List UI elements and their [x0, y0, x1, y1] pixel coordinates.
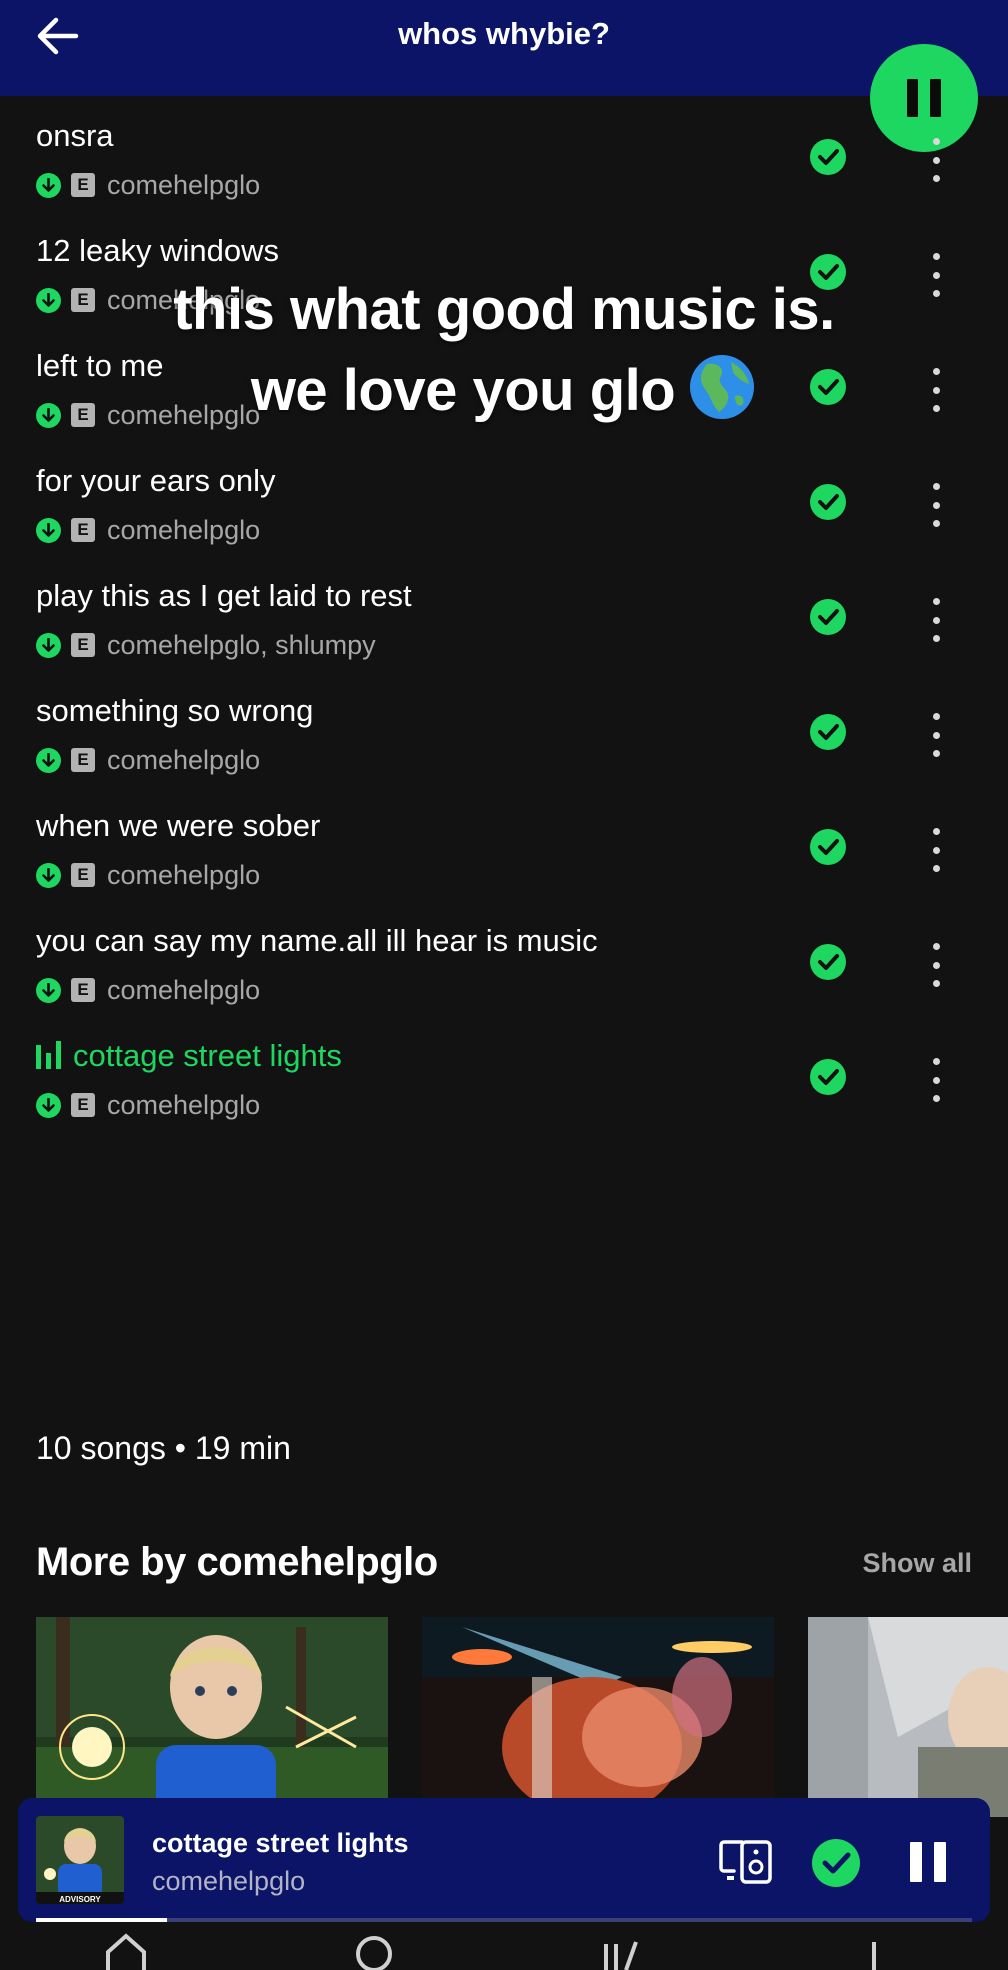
- track-subtitle: Ecomehelpglo: [36, 1090, 260, 1120]
- track-title: play this as I get laid to rest: [36, 578, 412, 614]
- connect-device-icon[interactable]: [718, 1838, 774, 1886]
- mini-player-album-art: ADVISORY: [36, 1816, 124, 1904]
- track-artist: comehelpglo: [107, 514, 261, 545]
- track-artist: comehelpglo, shlumpy: [107, 629, 376, 660]
- more-by-heading: More by comehelpglo: [36, 1540, 438, 1584]
- saved-check-icon[interactable]: [810, 139, 846, 175]
- now-playing-equalizer-icon: [36, 1041, 61, 1069]
- track-subtitle: Ecomehelpglo, shlumpy: [36, 630, 376, 660]
- more-options-icon[interactable]: [922, 1058, 950, 1102]
- track-title-text: left to me: [36, 348, 164, 383]
- album-card-3[interactable]: [808, 1617, 1008, 1817]
- track-artist: comehelpglo: [107, 284, 261, 315]
- track-title-text: play this as I get laid to rest: [36, 578, 412, 613]
- downloaded-icon: [36, 172, 61, 198]
- track-title: 12 leaky windows: [36, 233, 279, 269]
- saved-check-icon[interactable]: [810, 944, 846, 980]
- more-options-icon[interactable]: [922, 713, 950, 757]
- album-card-2[interactable]: [422, 1617, 774, 1817]
- track-artist: comehelpglo: [107, 399, 261, 430]
- track-artist: comehelpglo: [107, 1089, 261, 1120]
- track-title-text: onsra: [36, 118, 114, 153]
- track-title-text: 12 leaky windows: [36, 233, 279, 268]
- explicit-badge: E: [71, 748, 95, 772]
- more-options-icon[interactable]: [922, 943, 950, 987]
- album-summary: 10 songs • 19 min: [36, 1430, 291, 1466]
- explicit-badge: E: [71, 403, 95, 427]
- more-options-icon[interactable]: [922, 253, 950, 297]
- track-title: when we were sober: [36, 808, 320, 844]
- track-artist: comehelpglo: [107, 859, 261, 890]
- downloaded-icon: [36, 632, 61, 658]
- downloaded-icon: [36, 977, 61, 1003]
- saved-check-icon[interactable]: [811, 1838, 861, 1888]
- track-subtitle: Ecomehelpglo: [36, 975, 260, 1005]
- explicit-badge: E: [71, 863, 95, 887]
- downloaded-icon: [36, 862, 61, 888]
- library-icon[interactable]: [594, 1930, 654, 1970]
- mini-player-pause-button[interactable]: [910, 1842, 946, 1882]
- track-subtitle: Ecomehelpglo: [36, 745, 260, 775]
- mini-player-title: cottage street lights: [152, 1828, 409, 1858]
- track-subtitle: Ecomehelpglo: [36, 860, 260, 890]
- album-card-1[interactable]: [36, 1617, 388, 1817]
- track-artist: comehelpglo: [107, 169, 261, 200]
- track-title: you can say my name.all ill hear is musi…: [36, 923, 598, 959]
- home-icon[interactable]: [96, 1930, 156, 1970]
- explicit-badge: E: [71, 173, 95, 197]
- pause-icon: [907, 79, 941, 117]
- mini-player-artist: comehelpglo: [152, 1866, 306, 1896]
- track-row[interactable]: cottage street lights Ecomehelpglo: [0, 1038, 1008, 1182]
- track-subtitle: Ecomehelpglo: [36, 170, 260, 200]
- saved-check-icon[interactable]: [810, 1059, 846, 1095]
- saved-check-icon[interactable]: [810, 254, 846, 290]
- saved-check-icon[interactable]: [810, 599, 846, 635]
- more-options-icon[interactable]: [922, 368, 950, 412]
- explicit-badge: E: [71, 633, 95, 657]
- explicit-badge: E: [71, 518, 95, 542]
- mini-player[interactable]: ADVISORY cottage street lights comehelpg…: [18, 1798, 990, 1922]
- top-bar: whos whybie?: [0, 0, 1008, 96]
- saved-check-icon[interactable]: [810, 714, 846, 750]
- downloaded-icon: [36, 1092, 61, 1118]
- downloaded-icon: [36, 402, 61, 428]
- show-all-link[interactable]: Show all: [862, 1548, 972, 1579]
- track-artist: comehelpglo: [107, 974, 261, 1005]
- track-title: onsra: [36, 118, 114, 154]
- track-title: cottage street lights: [36, 1038, 342, 1074]
- track-title-text: when we were sober: [36, 808, 321, 843]
- explicit-badge: E: [71, 1093, 95, 1117]
- track-artist: comehelpglo: [107, 744, 261, 775]
- explicit-badge: E: [71, 288, 95, 312]
- track-title: something so wrong: [36, 693, 313, 729]
- parental-advisory-label: ADVISORY: [59, 1895, 101, 1904]
- explicit-badge: E: [71, 978, 95, 1002]
- track-subtitle: Ecomehelpglo: [36, 515, 260, 545]
- downloaded-icon: [36, 747, 61, 773]
- more-options-icon[interactable]: [922, 598, 950, 642]
- downloaded-icon: [36, 287, 61, 313]
- track-title: for your ears only: [36, 463, 276, 499]
- more-options-icon[interactable]: [922, 138, 950, 182]
- create-icon[interactable]: [844, 1930, 904, 1970]
- saved-check-icon[interactable]: [810, 484, 846, 520]
- track-title-text: for your ears only: [36, 463, 276, 498]
- track-subtitle: Ecomehelpglo: [36, 285, 260, 315]
- track-title-text: cottage street lights: [73, 1038, 342, 1073]
- saved-check-icon[interactable]: [810, 829, 846, 865]
- page-title: whos whybie?: [398, 16, 610, 51]
- track-title-text: you can say my name.all ill hear is musi…: [36, 923, 598, 958]
- track-subtitle: Ecomehelpglo: [36, 400, 260, 430]
- track-title-text: something so wrong: [36, 693, 314, 728]
- more-options-icon[interactable]: [922, 828, 950, 872]
- more-options-icon[interactable]: [922, 483, 950, 527]
- downloaded-icon: [36, 517, 61, 543]
- track-title: left to me: [36, 348, 164, 384]
- saved-check-icon[interactable]: [810, 369, 846, 405]
- bottom-nav: [0, 1922, 1008, 1970]
- search-icon[interactable]: [344, 1930, 404, 1970]
